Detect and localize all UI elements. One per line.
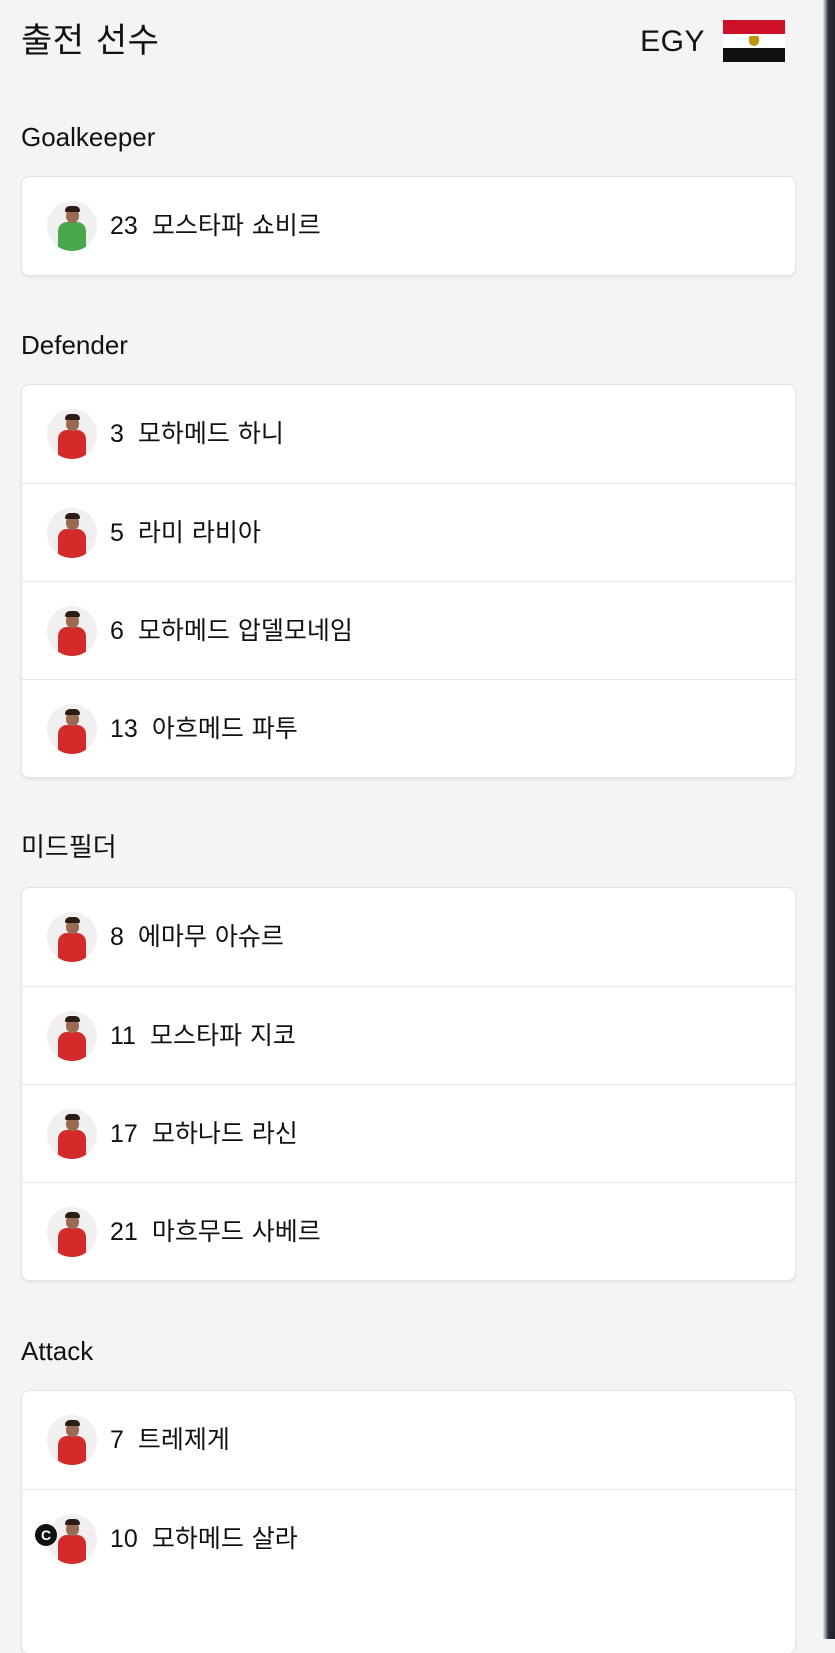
player-row[interactable]: 8 에마무 아슈르 [22,888,795,986]
player-number: 7 [110,1426,124,1454]
player-name: 모하메드 압델모네임 [137,616,353,645]
lineup-page: 출전 선수 EGY Goalkeeper 23 모스타파 쇼비르 Defender… [0,0,823,1653]
player-row[interactable]: 10 모하메드 살라 [22,1489,795,1587]
player-name: 모하메드 하니 [137,419,284,448]
player-name: 마흐무드 사베르 [151,1217,321,1246]
player-avatar [47,201,97,251]
section-card-attack: 7 트레제게 10 모하메드 살라 [21,1390,796,1653]
player-row[interactable]: 13 아흐메드 파투 [22,679,795,777]
player-label: 8 에마무 아슈르 [110,915,284,959]
player-label: 5 라미 라비아 [110,511,261,555]
section-title-attack: Attack [21,1336,94,1366]
flag-band-black [723,48,785,62]
player-number: 10 [110,1525,138,1553]
player-label: 21 마흐무드 사베르 [110,1210,321,1254]
player-avatar [47,1415,97,1465]
player-avatar [47,409,97,459]
player-number: 6 [110,617,124,645]
player-row[interactable]: 6 모하메드 압델모네임 [22,581,795,679]
section-card-defender: 3 모하메드 하니 5 라미 라비아 6 모하메드 압델모네임 13 아흐메드 파투 [21,384,796,778]
player-number: 21 [110,1218,138,1246]
header: 출전 선수 EGY [21,14,795,72]
section-card-goalkeeper: 23 모스타파 쇼비르 [21,176,796,276]
team-code: EGY [640,25,705,58]
player-row[interactable]: 5 라미 라비아 [22,483,795,581]
player-avatar [47,1011,97,1061]
player-name: 라미 라비아 [137,518,261,547]
player-label: 23 모스타파 쇼비르 [110,204,321,248]
player-row[interactable]: 21 마흐무드 사베르 [22,1182,795,1280]
flag-band-red [723,20,785,34]
player-number: 3 [110,420,124,448]
player-label: 6 모하메드 압델모네임 [110,609,353,653]
player-row[interactable]: 3 모하메드 하니 [22,385,795,483]
section-card-midfielder: 8 에마무 아슈르 11 모스타파 지코 17 모하나드 라신 21 마흐무드 사베르 [21,887,796,1281]
player-avatar [47,508,97,558]
section-title-goalkeeper: Goalkeeper [21,122,156,152]
player-row[interactable]: 23 모스타파 쇼비르 [22,177,795,275]
player-number: 23 [110,212,138,240]
player-name: 아흐메드 파투 [151,714,298,743]
player-number: 13 [110,715,138,743]
player-row[interactable]: 7 트레제게 [22,1391,795,1489]
player-label: 17 모하나드 라신 [110,1112,298,1156]
section-title-midfielder: 미드필더 [21,832,117,862]
egypt-flag-icon [723,20,785,62]
player-name: 모스타파 지코 [149,1021,296,1050]
player-number: 11 [110,1022,136,1050]
player-row[interactable]: 11 모스타파 지코 [22,986,795,1084]
player-name: 모스타파 쇼비르 [151,211,321,240]
player-avatar [47,1207,97,1257]
player-label: 10 모하메드 살라 [110,1517,298,1561]
player-name: 모하나드 라신 [151,1119,298,1148]
player-label: 13 아흐메드 파투 [110,707,298,751]
section-title-defender: Defender [21,330,128,360]
player-number: 5 [110,519,124,547]
player-row[interactable]: 17 모하나드 라신 [22,1084,795,1182]
page-title: 출전 선수 [21,21,160,61]
flag-emblem-icon [749,36,759,46]
player-label: 7 트레제게 [110,1418,230,1462]
player-avatar [47,704,97,754]
player-label: 11 모스타파 지코 [110,1014,296,1058]
player-avatar [47,912,97,962]
player-label: 3 모하메드 하니 [110,412,284,456]
player-number: 17 [110,1120,138,1148]
captain-badge-icon: C [35,1524,57,1546]
player-avatar [47,1109,97,1159]
player-name: 트레제게 [137,1425,230,1454]
player-number: 8 [110,923,124,951]
player-avatar [47,606,97,656]
screen-edge [823,0,835,1639]
player-name: 모하메드 살라 [151,1524,298,1553]
player-name: 에마무 아슈르 [137,922,284,951]
